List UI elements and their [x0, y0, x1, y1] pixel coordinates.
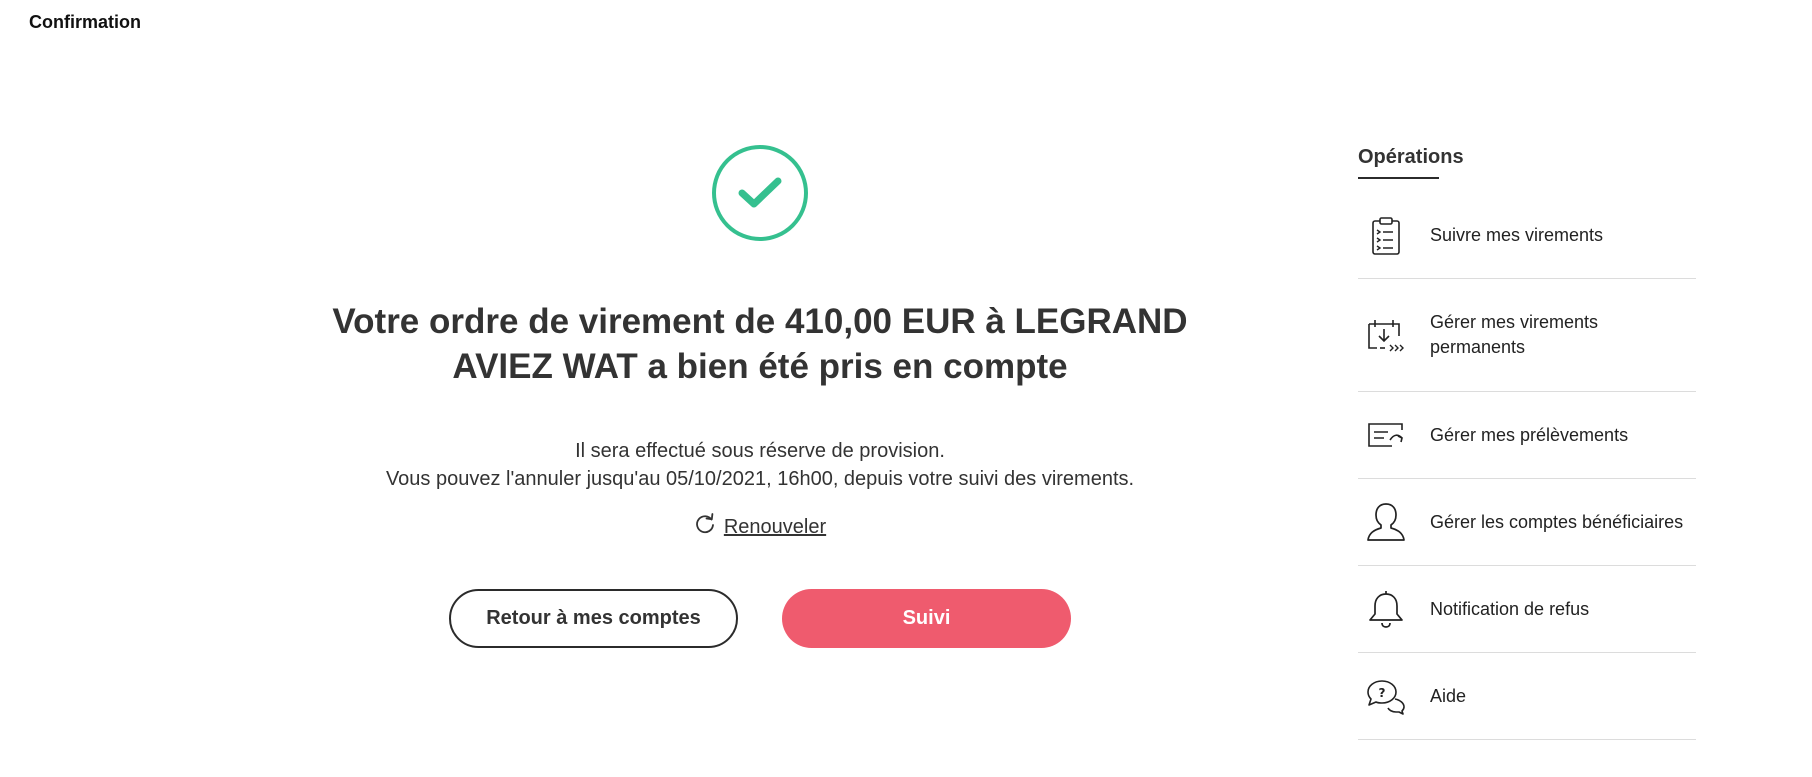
sidebar-item-label: Notification de refus: [1430, 598, 1590, 619]
confirmation-panel: Votre ordre de virement de 410,00 EUR à …: [300, 145, 1220, 648]
operations-list: Suivre mes virements Gérer mes virements…: [1358, 193, 1696, 740]
sidebar-item-beneficiaries[interactable]: Gérer les comptes bénéficiaires: [1358, 479, 1696, 566]
sidebar-item-recurring-transfers[interactable]: Gérer mes virements permanents: [1358, 279, 1696, 392]
confirmation-headline: Votre ordre de virement de 410,00 EUR à …: [332, 302, 1188, 386]
help-chat-icon: ?: [1364, 674, 1408, 718]
sidebar-item-label: Gérer mes virements permanents: [1430, 312, 1599, 357]
sidebar-item-refusal-notification[interactable]: Notification de refus: [1358, 566, 1696, 653]
check-circle-icon: [712, 145, 808, 241]
action-buttons: Retour à mes comptes Suivi: [300, 589, 1220, 648]
sidebar-item-help[interactable]: ? Aide: [1358, 653, 1696, 740]
checklist-icon: [1364, 214, 1408, 258]
refresh-icon: [694, 513, 716, 541]
sidebar-item-label: Gérer mes prélèvements: [1430, 424, 1629, 445]
bell-icon: [1364, 587, 1408, 631]
confirmation-info: Il sera effectué sous réserve de provisi…: [300, 437, 1220, 493]
sidebar-item-label: Aide: [1430, 685, 1467, 706]
sidebar-item-direct-debits[interactable]: Gérer mes prélèvements: [1358, 392, 1696, 479]
confirmation-page: Confirmation Votre ordre de virement de …: [0, 0, 1812, 777]
sidebar-item-label: Gérer les comptes bénéficiaires: [1430, 511, 1684, 532]
person-icon: [1364, 500, 1408, 544]
sidebar-item-track-transfers[interactable]: Suivre mes virements: [1358, 193, 1696, 279]
back-to-accounts-button[interactable]: Retour à mes comptes: [449, 589, 738, 648]
sidebar-item-label: Suivre mes virements: [1430, 225, 1604, 245]
sidebar-title: Opérations: [1358, 146, 1464, 179]
svg-text:?: ?: [1379, 686, 1386, 700]
renew-label[interactable]: Renouveler: [724, 516, 826, 539]
recurring-transfer-icon: [1364, 313, 1408, 357]
page-title: Confirmation: [29, 12, 141, 32]
direct-debit-icon: [1364, 413, 1408, 457]
operations-sidebar: Opérations Suivre mes virements Gérer me…: [1358, 146, 1696, 740]
follow-button[interactable]: Suivi: [782, 589, 1071, 648]
info-line-cancel: Vous pouvez l'annuler jusqu'au 05/10/202…: [385, 468, 1135, 490]
renew-link[interactable]: Renouveler: [694, 513, 826, 541]
info-line-provision: Il sera effectué sous réserve de provisi…: [575, 440, 945, 462]
